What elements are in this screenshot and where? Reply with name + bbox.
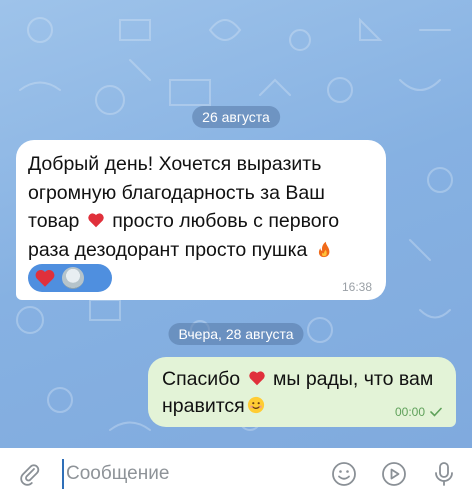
message-line-part: нравится	[162, 395, 245, 417]
red-heart-emoji-icon	[88, 213, 104, 228]
microphone-icon[interactable]	[430, 460, 458, 488]
message-line-part: товар	[28, 210, 80, 232]
message-line-with-emoji: раза дезодорант просто пушка	[28, 236, 374, 265]
smiling-face-emoji-icon	[247, 396, 264, 414]
message-meta: 00:00	[395, 405, 442, 419]
date-separator: Вчера, 28 августа	[168, 323, 304, 345]
date-separator: 26 августа	[192, 106, 280, 128]
message-input[interactable]	[62, 459, 320, 489]
emoji-icon[interactable]	[330, 460, 358, 488]
message-line-with-emoji: товар просто любовь с первого	[28, 207, 374, 236]
message-line: огромную благодарность за Ваш	[28, 181, 325, 204]
reaction-user-avatar[interactable]	[62, 267, 84, 289]
sent-check-icon	[430, 407, 442, 417]
reactions-pill[interactable]	[28, 264, 112, 292]
message-line-part: просто любовь с первого	[112, 210, 340, 232]
heart-reaction-icon[interactable]	[34, 267, 56, 289]
message-line-part: Спасибо	[162, 368, 241, 390]
composer-actions	[330, 460, 458, 488]
message-line-part: мы рады, что вам	[273, 368, 434, 390]
red-heart-emoji-icon	[248, 371, 265, 386]
message-composer	[0, 448, 472, 500]
message-line: Добрый день! Хочется выразить	[28, 153, 322, 175]
message-line-part: раза дезодорант просто пушка	[28, 238, 308, 261]
fire-emoji-icon	[318, 241, 330, 257]
outgoing-message[interactable]: Спасибо мы рады, что вам нравится 00:00	[148, 357, 456, 427]
incoming-message[interactable]: Добрый день! Хочется выразить огромную б…	[16, 140, 386, 300]
message-time: 16:38	[341, 280, 372, 294]
attach-icon[interactable]	[16, 460, 44, 488]
send-video-icon[interactable]	[380, 460, 408, 488]
message-line-with-emoji: Спасибо мы рады, что вам	[162, 366, 442, 393]
incoming-message-text: Добрый день! Хочется выразить огромную б…	[28, 150, 374, 264]
message-time: 00:00	[394, 405, 425, 419]
